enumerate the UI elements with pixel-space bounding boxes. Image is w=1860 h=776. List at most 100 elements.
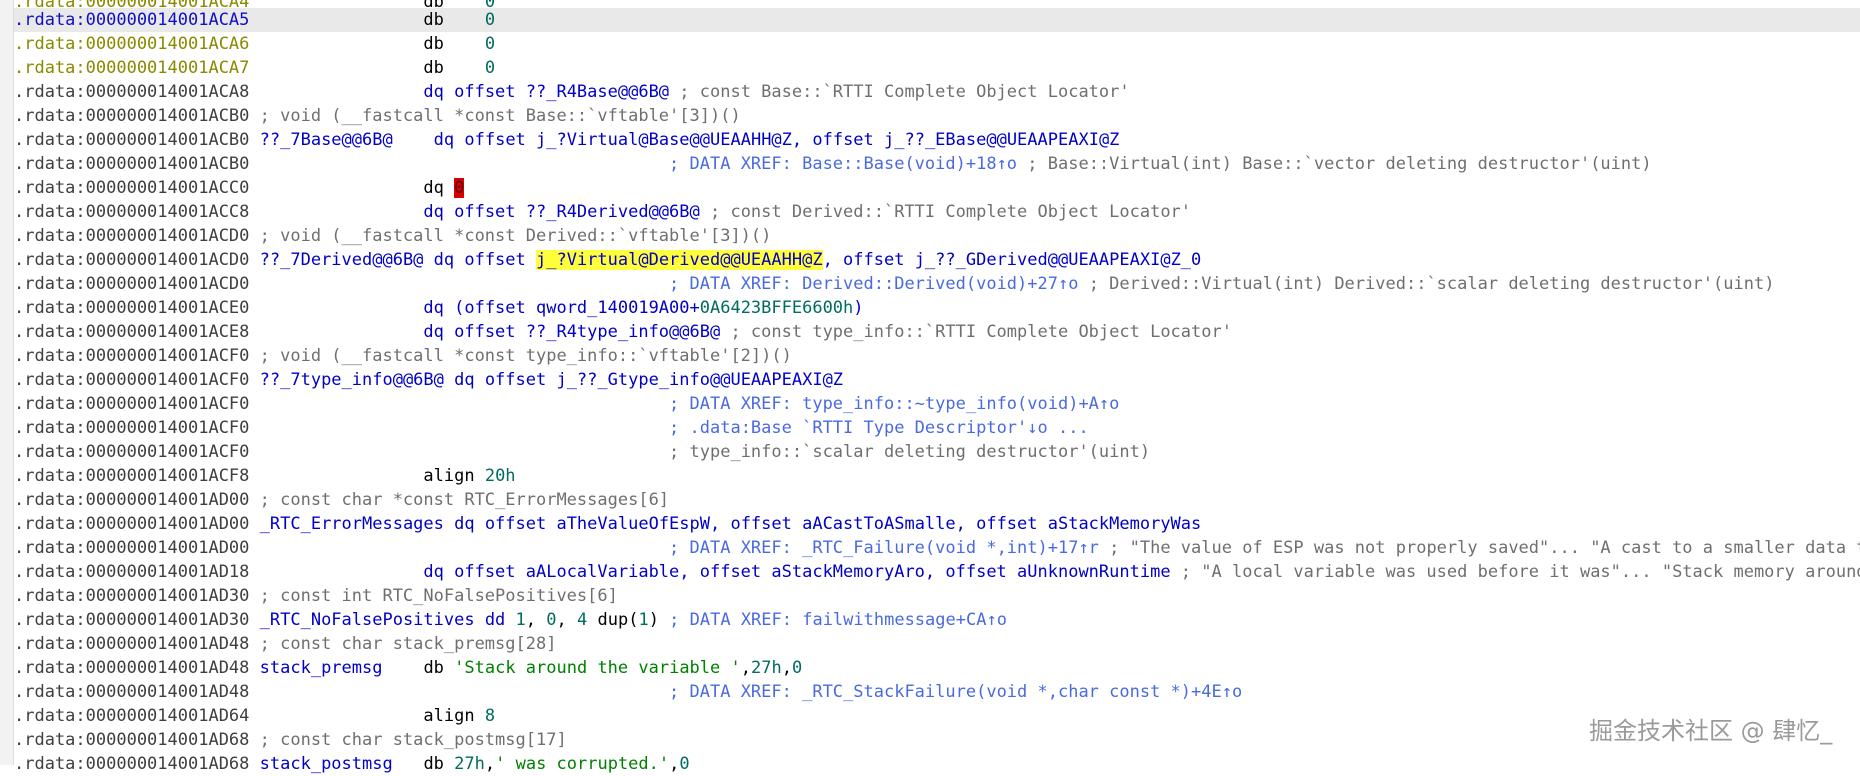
line-token[interactable]: ' was corrupted.' — [495, 754, 669, 774]
line-token[interactable]: , — [741, 658, 751, 678]
line-token[interactable]: 0 — [485, 34, 495, 54]
line-token[interactable]: dq offset aALocalVariable, offset aStack… — [423, 562, 1170, 582]
line-token[interactable]: 0 — [792, 658, 802, 678]
line-token[interactable]: ; const Base::`RTTI Complete Object Loca… — [669, 82, 1129, 102]
disassembly-line[interactable]: .rdata:000000014001AD00 ; DATA XREF: _RT… — [14, 536, 1860, 560]
line-token[interactable]: ; void (__fastcall *const type_info::`vf… — [249, 346, 792, 366]
disassembly-line[interactable]: .rdata:000000014001ACE0 dq (offset qword… — [14, 296, 1860, 320]
disassembly-line[interactable]: .rdata:000000014001ACE8 dq offset ??_R4t… — [14, 320, 1860, 344]
line-token[interactable] — [444, 58, 485, 78]
disassembly-line[interactable]: .rdata:000000014001ACF0 ??_7type_info@@6… — [14, 368, 1860, 392]
line-token[interactable]: ; Derived::Virtual(int) Derived::`scalar… — [1078, 274, 1775, 294]
disassembly-line[interactable]: .rdata:000000014001ACF0 ; .data:Base `RT… — [14, 416, 1860, 440]
line-token[interactable]: ; void (__fastcall *const Derived::`vfta… — [249, 226, 772, 246]
line-token[interactable]: db — [423, 10, 443, 30]
line-token[interactable] — [249, 538, 669, 558]
disassembly-line[interactable]: .rdata:000000014001AD30 _RTC_NoFalsePosi… — [14, 608, 1860, 632]
disassembly-line[interactable]: .rdata:000000014001AD18 dq offset aALoca… — [14, 560, 1860, 584]
line-token[interactable]: ) — [649, 610, 659, 630]
line-token[interactable]: ; const type_info::`RTTI Complete Object… — [720, 322, 1232, 342]
line-token[interactable]: stack_premsg — [260, 658, 383, 678]
line-token[interactable]: ; "The value of ESP was not properly sav… — [1099, 538, 1860, 558]
line-token[interactable]: dq offset ??_R4type_info@@6B@ — [423, 322, 720, 342]
disassembly-line[interactable]: .rdata:000000014001ACF0 ; void (__fastca… — [14, 344, 1860, 368]
line-token[interactable]: j_?Virtual@Derived@@UEAAHH@Z — [536, 250, 823, 270]
line-token[interactable] — [249, 442, 669, 462]
disassembly-line[interactable]: .rdata:000000014001AD00 ; const char *co… — [14, 488, 1860, 512]
disassembly-line[interactable]: .rdata:000000014001ACB0 ??_7Base@@6B@ dq… — [14, 128, 1860, 152]
line-token[interactable] — [249, 250, 259, 270]
disassembly-line[interactable]: .rdata:000000014001AD48 ; DATA XREF: _RT… — [14, 680, 1860, 704]
line-token[interactable]: db — [423, 34, 443, 54]
line-token[interactable]: dup( — [587, 610, 638, 630]
line-token[interactable] — [249, 466, 423, 486]
line-token[interactable]: , — [526, 610, 546, 630]
line-token[interactable]: ; const char *const RTC_ErrorMessages[6] — [249, 490, 669, 510]
line-token[interactable] — [249, 658, 259, 678]
line-token[interactable]: , — [485, 754, 495, 774]
line-token[interactable]: 4 — [577, 610, 587, 630]
line-token[interactable]: 0A6423BFFE6600h — [700, 298, 854, 318]
line-token[interactable]: , — [782, 658, 792, 678]
line-token[interactable]: ??_7Base@@6B@ — [260, 130, 393, 150]
disassembly-line[interactable]: .rdata:000000014001ACA7 db 0 — [14, 56, 1860, 80]
line-token[interactable] — [249, 274, 669, 294]
line-token[interactable] — [249, 58, 423, 78]
disassembly-line[interactable]: .rdata:000000014001AD68 ; const char sta… — [14, 728, 1860, 752]
line-token[interactable]: dq — [423, 178, 454, 198]
line-token[interactable] — [444, 34, 485, 54]
disassembly-line[interactable]: .rdata:000000014001ACC8 dq offset ??_R4D… — [14, 200, 1860, 224]
line-token[interactable]: 1 — [638, 610, 648, 630]
line-token[interactable]: db — [423, 658, 454, 678]
line-token[interactable]: align — [423, 466, 484, 486]
line-token[interactable]: ??_7Derived@@6B@ dq offset — [260, 250, 536, 270]
disassembly-line[interactable]: .rdata:000000014001AD68 stack_postmsg db… — [14, 752, 1860, 776]
disassembly-line[interactable]: .rdata:000000014001AD48 stack_premsg db … — [14, 656, 1860, 680]
disassembly-listing[interactable]: .rdata:000000014001ACA4 db 0 .rdata:00000… — [14, 0, 1860, 774]
line-token[interactable]: stack_postmsg — [260, 754, 393, 774]
line-token[interactable]: dq offset ??_R4Derived@@6B@ — [423, 202, 699, 222]
line-token[interactable]: ; void (__fastcall *const Base::`vftable… — [249, 106, 741, 126]
line-token[interactable] — [249, 10, 423, 30]
line-token[interactable]: ??_7type_info@@6B@ dq offset j_??_Gtype_… — [260, 370, 843, 390]
disassembly-line[interactable]: .rdata:000000014001ACA8 dq offset ??_R4B… — [14, 80, 1860, 104]
line-token[interactable]: 0 — [454, 178, 465, 198]
line-token[interactable]: ; DATA XREF: type_info::~type_info(void)… — [669, 394, 1119, 414]
line-token[interactable] — [393, 754, 424, 774]
line-token[interactable]: ; const Derived::`RTTI Complete Object L… — [700, 202, 1191, 222]
line-token[interactable]: ; .data:Base `RTTI Type Descriptor'↓o ..… — [669, 418, 1089, 438]
line-token[interactable]: ; DATA XREF: failwithmessage+CA↑o — [659, 610, 1007, 630]
line-token[interactable] — [249, 202, 423, 222]
disassembly-line[interactable]: .rdata:000000014001ACF0 ; type_info::`sc… — [14, 440, 1860, 464]
line-token[interactable]: 1 — [516, 610, 526, 630]
line-token[interactable] — [249, 754, 259, 774]
line-token[interactable]: ; const char stack_premsg[28] — [249, 634, 557, 654]
line-token[interactable] — [249, 706, 423, 726]
line-token[interactable]: 0 — [546, 610, 556, 630]
line-token[interactable]: align — [423, 706, 484, 726]
disassembly-line[interactable]: .rdata:000000014001ACC0 dq 0 — [14, 176, 1860, 200]
line-token[interactable]: , — [669, 754, 679, 774]
line-token[interactable] — [249, 82, 423, 102]
line-token[interactable]: ) — [853, 298, 863, 318]
line-token[interactable] — [249, 298, 423, 318]
line-token[interactable]: ; const int RTC_NoFalsePositives[6] — [249, 586, 618, 606]
line-token[interactable]: db — [423, 754, 454, 774]
disassembly-line[interactable]: .rdata:000000014001ACD0 ??_7Derived@@6B@… — [14, 248, 1860, 272]
line-token[interactable] — [249, 394, 669, 414]
line-token[interactable]: 20h — [485, 466, 516, 486]
line-token[interactable]: ; DATA XREF: _RTC_Failure(void *,int)+17… — [669, 538, 1099, 558]
disassembly-line[interactable]: .rdata:000000014001AD30 ; const int RTC_… — [14, 584, 1860, 608]
line-token[interactable] — [249, 178, 423, 198]
line-token[interactable]: ; const char stack_postmsg[17] — [249, 730, 567, 750]
disassembly-line[interactable]: .rdata:000000014001AD48 ; const char sta… — [14, 632, 1860, 656]
disassembly-line[interactable]: .rdata:000000014001ACD0 ; DATA XREF: Der… — [14, 272, 1860, 296]
line-token[interactable]: ; DATA XREF: _RTC_StackFailure(void *,ch… — [669, 682, 1242, 702]
line-token[interactable] — [249, 34, 423, 54]
disassembly-line[interactable]: .rdata:000000014001AD00 _RTC_ErrorMessag… — [14, 512, 1860, 536]
disassembly-line[interactable]: .rdata:000000014001ACF8 align 20h — [14, 464, 1860, 488]
line-token[interactable]: ; DATA XREF: Base::Base(void)+18↑o — [669, 154, 1017, 174]
line-token[interactable]: 0 — [485, 10, 495, 30]
disassembly-line[interactable]: .rdata:000000014001ACD0 ; void (__fastca… — [14, 224, 1860, 248]
line-token[interactable]: dq (offset qword_140019A00+ — [423, 298, 699, 318]
